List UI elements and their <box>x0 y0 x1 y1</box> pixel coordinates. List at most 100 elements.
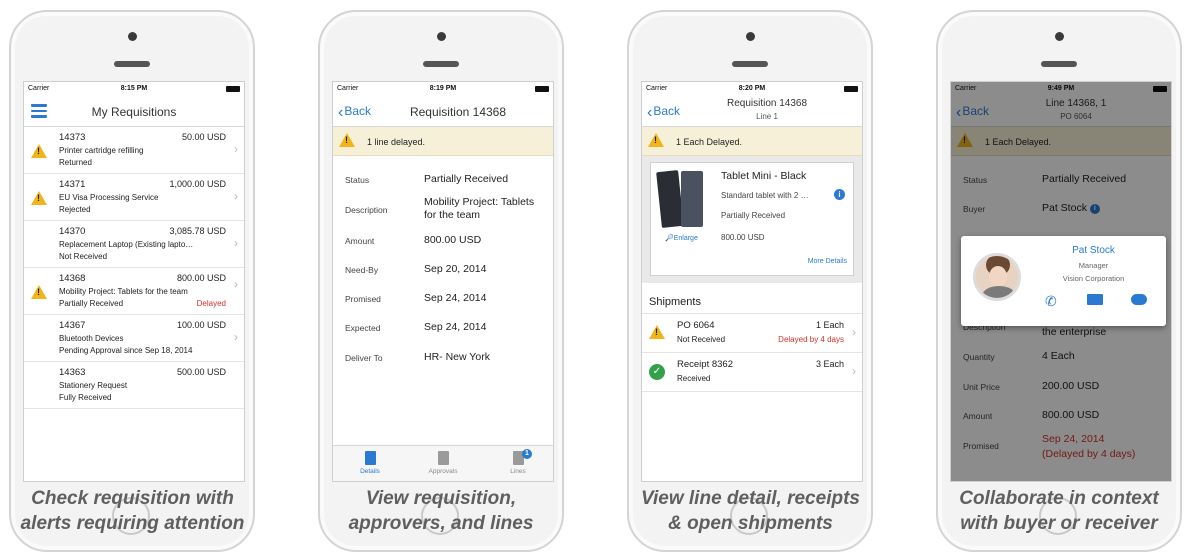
list-item[interactable]: 14373 50.00 USD Printer cartridge refill… <box>24 127 244 174</box>
warning-icon <box>31 285 47 301</box>
req-description: Printer cartridge refilling <box>59 146 144 155</box>
promised-value: Sep 24, 2014 <box>424 292 487 304</box>
page-title: Requisition 14368 <box>409 105 507 119</box>
status-bar: Carrier 8:19 PM <box>333 82 553 96</box>
screen: Carrier 8:20 PM ‹Back Requisition 14368 … <box>641 81 863 482</box>
tab-label: Lines <box>510 468 526 475</box>
req-description: Replacement Laptop (Existing lapto… <box>59 240 194 249</box>
chevron-right-icon: › <box>234 236 238 250</box>
warning-icon <box>31 144 47 160</box>
chevron-right-icon: › <box>234 189 238 203</box>
item-status: Partially Received <box>721 211 786 220</box>
shipments-header: Shipments <box>642 283 862 314</box>
clock: 8:15 PM <box>120 85 148 92</box>
caption-line: & open shipments <box>668 513 833 534</box>
battery-icon <box>844 86 858 92</box>
speaker <box>114 61 150 67</box>
chevron-right-icon: › <box>234 277 238 291</box>
description-label: Description <box>345 205 388 215</box>
tab-label: Details <box>360 468 380 475</box>
magnifier-icon: 🔎 <box>665 235 674 242</box>
req-number: 14371 <box>59 179 86 190</box>
shipment-status: Not Received <box>677 335 726 344</box>
promised-label: Promised <box>345 294 381 304</box>
tab-lines[interactable]: 1 Lines <box>488 449 548 475</box>
list-item[interactable]: 14367 100.00 USD Bluetooth Devices Pendi… <box>24 315 244 362</box>
item-description: Standard tablet with 2 … <box>721 191 809 200</box>
contact-name: Pat Stock <box>1072 245 1115 256</box>
phone-line-detail: Carrier 8:20 PM ‹Back Requisition 14368 … <box>627 10 873 552</box>
section-title: Shipments <box>649 296 701 308</box>
chevron-right-icon: › <box>234 142 238 156</box>
req-number: 14367 <box>59 320 86 331</box>
req-status: Partially Received <box>59 299 124 308</box>
warning-icon <box>31 191 47 207</box>
approvals-icon <box>437 451 449 465</box>
document-icon <box>364 451 376 465</box>
chat-icon[interactable] <box>1131 294 1147 305</box>
delay-note: Delayed by 4 days <box>778 335 844 344</box>
item-name: Tablet Mini - Black <box>721 170 807 182</box>
req-description: EU Visa Processing Service <box>59 193 159 202</box>
req-amount: 50.00 USD <box>181 132 226 142</box>
chevron-left-icon: ‹ <box>647 104 653 121</box>
chevron-right-icon: › <box>852 325 856 339</box>
req-number: 14373 <box>59 132 86 143</box>
req-amount: 800.00 USD <box>176 273 226 283</box>
description-value: Mobility Project: Tablets for the team <box>424 196 535 221</box>
screen: Carrier 8:15 PM My Requisitions 14373 50… <box>23 81 245 482</box>
list-item[interactable]: 14363 500.00 USD Stationery Request Full… <box>24 362 244 409</box>
check-icon: ✓ <box>649 364 665 380</box>
caption-line: with buyer or receiver <box>960 513 1158 534</box>
tab-approvals[interactable]: Approvals <box>413 451 473 475</box>
item-amount: 800.00 USD <box>721 233 765 242</box>
deliver-value: HR- New York <box>424 351 490 363</box>
req-amount: 100.00 USD <box>176 320 226 330</box>
tab-details[interactable]: Details <box>340 451 400 475</box>
camera <box>437 32 446 41</box>
list-item[interactable]: 14370 3,085.78 USD Replacement Laptop (E… <box>24 221 244 268</box>
item-card-area: 🔎Enlarge Tablet Mini - Black Standard ta… <box>642 156 862 283</box>
caption-line: Collaborate in context <box>959 488 1159 509</box>
avatar <box>973 253 1021 301</box>
item-card: 🔎Enlarge Tablet Mini - Black Standard ta… <box>650 162 854 276</box>
more-details-link[interactable]: More Details <box>808 258 847 265</box>
speaker <box>1041 61 1077 67</box>
alert-banner: 1 line delayed. <box>333 127 553 156</box>
needby-value: Sep 20, 2014 <box>424 263 487 275</box>
info-icon[interactable]: i <box>834 189 845 200</box>
phone-icon[interactable]: ✆ <box>1045 293 1057 310</box>
caption-line: alerts requiring attention <box>20 513 245 534</box>
list-item[interactable]: 14368 800.00 USD Mobility Project: Table… <box>24 268 244 315</box>
shipment-row[interactable]: ✓ Receipt 8362 3 Each Received › <box>642 353 862 392</box>
req-number: 14363 <box>59 367 86 378</box>
nav-bar: My Requisitions <box>24 96 244 127</box>
screen: Carrier 9:49 PM ‹Back Line 14368, 1 PO 6… <box>950 81 1172 482</box>
shipment-row[interactable]: PO 6064 1 Each Not Received Delayed by 4… <box>642 314 862 353</box>
expected-label: Expected <box>345 323 381 333</box>
contact-role: Manager <box>1078 261 1109 270</box>
nav-bar: ‹Back Requisition 14368 <box>333 96 553 127</box>
needby-label: Need-By <box>345 265 379 275</box>
req-number: 14370 <box>59 226 86 237</box>
mail-icon[interactable] <box>1087 294 1103 305</box>
req-status: Pending Approval since Sep 18, 2014 <box>59 346 193 355</box>
caption-line: Check requisition with <box>31 488 234 509</box>
amount-label: Amount <box>345 236 375 246</box>
enlarge-link[interactable]: 🔎Enlarge <box>665 234 698 242</box>
amount-value: 800.00 USD <box>424 234 482 246</box>
req-status: Fully Received <box>59 393 112 402</box>
alert-text: 1 line delayed. <box>367 137 426 147</box>
clock: 8:20 PM <box>738 85 766 92</box>
req-status: Returned <box>59 158 92 167</box>
status-bar: Carrier 8:15 PM <box>24 82 244 96</box>
status-label: Status <box>345 175 370 185</box>
caption-1: Check requisition with alerts requiring … <box>5 486 260 536</box>
enlarge-label: Enlarge <box>673 235 698 242</box>
phone-my-requisitions: Carrier 8:15 PM My Requisitions 14373 50… <box>9 10 255 552</box>
req-amount: 1,000.00 USD <box>169 179 226 189</box>
caption-3: View line detail, receipts & open shipme… <box>623 486 878 536</box>
deliver-label: Deliver To <box>345 353 383 363</box>
list-item[interactable]: 14371 1,000.00 USD EU Visa Processing Se… <box>24 174 244 221</box>
caption-2: View requisition, approvers, and lines <box>316 486 566 536</box>
